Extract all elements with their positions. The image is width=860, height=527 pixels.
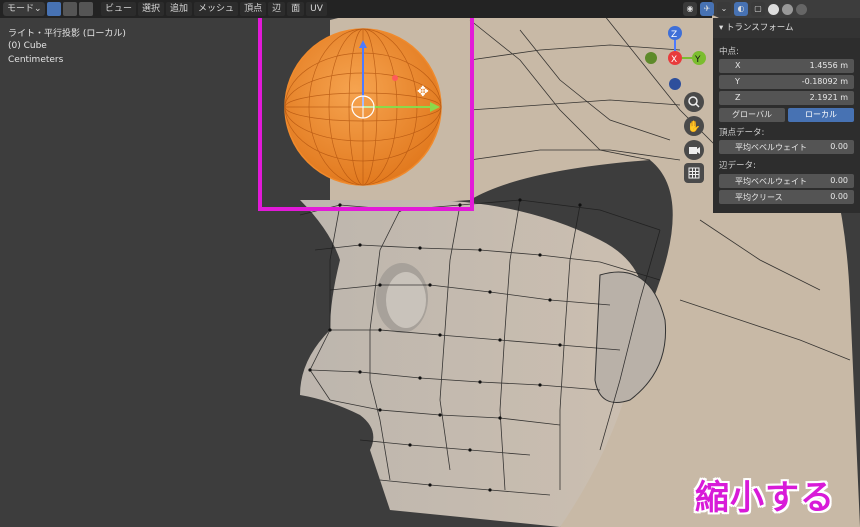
chevron-down-icon: ⌄ (34, 4, 42, 14)
xray-icon[interactable]: ▢ (751, 2, 765, 16)
local-toggle[interactable]: ローカル (788, 108, 854, 122)
face-select-icon[interactable] (79, 2, 93, 16)
menu-add[interactable]: 追加 (166, 2, 193, 16)
solid-shading-icon[interactable] (768, 3, 779, 15)
caption-text: 縮小する (695, 478, 835, 518)
x-field[interactable]: X 1.4556 m (719, 59, 854, 73)
viewport-header: モード ⌄ ビュー 選択 追加 メッシュ 頂点 辺 面 UV (0, 0, 712, 18)
menu-face[interactable]: 面 (287, 2, 305, 16)
y-field[interactable]: Y -0.18092 m (719, 75, 854, 89)
triangle-down-icon: ▾ (719, 23, 726, 33)
vertex-bevel-field[interactable]: 平均ベベルウェイト 0.00 (719, 140, 854, 154)
crease-field[interactable]: 平均クリース 0.00 (719, 190, 854, 204)
z-field[interactable]: Z 2.1921 m (719, 91, 854, 105)
vertex-data-label: 頂点データ: (719, 128, 765, 138)
material-shading-icon[interactable] (782, 3, 793, 15)
mode-dropdown[interactable]: モード ⌄ (3, 2, 45, 16)
camera-icon[interactable] (684, 140, 704, 160)
render-shading-icon[interactable] (796, 3, 807, 15)
edge-bevel-field[interactable]: 平均ベベルウェイト 0.00 (719, 174, 854, 188)
grid-icon[interactable] (684, 163, 704, 183)
viewport-object-text: (0) Cube (8, 41, 47, 51)
3d-viewport[interactable]: ✥ Z X Y モード ⌄ ビュー 選択 追加 メッシュ 頂点 辺 面 UV ◉… (0, 0, 860, 527)
global-toggle[interactable]: グローバル (719, 108, 785, 122)
edge-select-icon[interactable] (63, 2, 77, 16)
transform-panel: ▾ トランスフォーム 中点: X 1.4556 m Y -0.18092 m Z 2.… (713, 18, 860, 213)
pan-hand-icon[interactable]: ✋ (684, 116, 704, 136)
gizmo-toggle-icon[interactable]: ✈ (700, 2, 714, 16)
menu-uv[interactable]: UV (306, 2, 327, 16)
menu-edge[interactable]: 辺 (268, 2, 286, 16)
menu-select[interactable]: 選択 (138, 2, 165, 16)
vertex-select-icon[interactable] (47, 2, 61, 16)
gizmo-z-label: Z (671, 30, 677, 40)
panel-title: トランスフォーム (725, 23, 794, 33)
viewport-projection-text: ライト・平行投影 (ローカル) (8, 29, 126, 39)
gizmo-x-label: X (671, 55, 677, 65)
chevron-down-icon[interactable]: ⌄ (717, 2, 731, 16)
visibility-icon[interactable]: ◉ (683, 2, 697, 16)
edge-data-label: 辺データ: (719, 161, 756, 171)
highlight-box (258, 12, 474, 211)
zoom-icon[interactable] (684, 92, 704, 112)
menu-mesh[interactable]: メッシュ (194, 2, 239, 16)
menu-view[interactable]: ビュー (101, 2, 137, 16)
median-label: 中点: (719, 47, 739, 57)
overlay-toolbar: ◉ ✈ ⌄ ◐ ▢ (683, 0, 807, 18)
menu-vertex[interactable]: 頂点 (240, 2, 267, 16)
panel-header[interactable]: ▾ トランスフォーム (713, 18, 860, 38)
overlay-toggle-icon[interactable]: ◐ (734, 2, 748, 16)
viewport-units-text: Centimeters (8, 55, 64, 65)
gizmo-y-label: Y (694, 55, 701, 65)
